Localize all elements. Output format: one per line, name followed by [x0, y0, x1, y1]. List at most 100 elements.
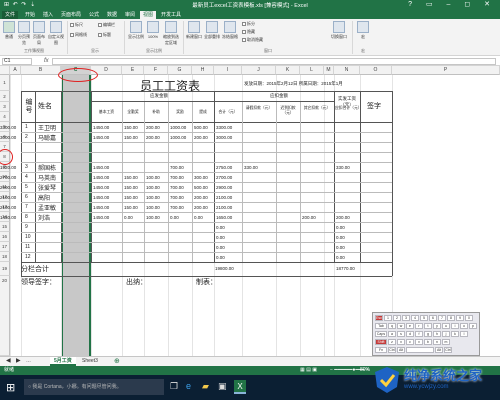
column-header-a[interactable]: A	[10, 66, 21, 75]
row-actual-cell[interactable]: 0.00	[336, 255, 345, 260]
employee-value-cell[interactable]: 100.00	[146, 215, 160, 220]
selected-column-c[interactable]	[61, 75, 91, 356]
row-header[interactable]: 15	[0, 222, 10, 232]
select-all-corner[interactable]	[0, 66, 10, 75]
row-total-cell[interactable]: 0.00	[216, 235, 225, 240]
footer-leader-sign[interactable]: 领导签字：	[21, 277, 56, 287]
keyboard-key[interactable]: Ctrl	[388, 347, 396, 353]
keyboard-key[interactable]: 1	[384, 315, 392, 321]
column-header-b[interactable]: B	[21, 66, 61, 75]
keyboard-key[interactable]: Shift	[375, 339, 387, 345]
keyboard-key[interactable]: u	[442, 323, 450, 329]
employee-value-cell[interactable]: 700.00	[170, 205, 184, 210]
employee-value-cell[interactable]: 330.00	[244, 165, 258, 170]
employee-name[interactable]: 王卫明	[38, 123, 56, 132]
file-explorer-icon[interactable]: ▰	[202, 381, 209, 392]
keyboard-key[interactable]: 4	[411, 315, 419, 321]
employee-value-cell[interactable]: 0.00	[194, 215, 203, 220]
keyboard-key[interactable]: Esc	[375, 315, 383, 321]
tab-view[interactable]: 视图	[140, 11, 157, 19]
keyboard-key[interactable]: m	[442, 339, 450, 345]
keyboard-key[interactable]: i	[451, 323, 459, 329]
sub-header-cell[interactable]: 奖励	[169, 110, 191, 115]
employee-value-cell[interactable]: 150.00	[124, 195, 138, 200]
subtotal-total[interactable]: 19800.00	[215, 266, 234, 271]
row-header[interactable]: 2	[0, 91, 10, 102]
keyboard-key[interactable]: n	[433, 339, 441, 345]
keyboard-key[interactable]: k	[451, 331, 459, 337]
switch-windows-button[interactable]: 切换窗口	[330, 21, 348, 40]
employee-value-cell[interactable]: 330.00	[336, 165, 350, 170]
employee-value-cell[interactable]: 200.00	[146, 125, 160, 130]
keyboard-key[interactable]: a	[388, 331, 396, 337]
on-screen-keyboard[interactable]: Esc 1 2 3 4 5 6 7 8 9 0 Tab q w e r t y u i o p Caps a s d f g h j k l S…	[372, 312, 480, 356]
employee-value-cell[interactable]: 700.00	[170, 185, 184, 190]
employee-value-cell[interactable]: 3300.00	[0, 125, 16, 130]
keyboard-key[interactable]: q	[388, 323, 396, 329]
employee-value-cell[interactable]: 2100.00	[0, 205, 16, 210]
header-payable-group[interactable]: 应发金额	[150, 93, 168, 99]
keyboard-key[interactable]: Alt	[435, 347, 443, 353]
employee-value-cell[interactable]: 150.00	[124, 125, 138, 130]
column-header-p[interactable]: P	[392, 66, 500, 75]
header-name[interactable]: 姓名	[38, 101, 52, 111]
freeze-panes-button[interactable]: 冻结窗格	[222, 21, 238, 40]
tab-review[interactable]: 审阅	[122, 11, 138, 19]
employee-value-cell[interactable]: 1000.00	[170, 125, 186, 130]
employee-value-cell[interactable]: 500.00	[194, 185, 208, 190]
employee-no[interactable]: 10	[25, 234, 31, 240]
employee-value-cell[interactable]: 1450.00	[93, 175, 109, 180]
cortana-search-box[interactable]: ○ 我是 Cortana，小娜。有问题尽管问我。	[24, 379, 164, 395]
employee-value-cell[interactable]: 200.00	[146, 135, 160, 140]
keyboard-key[interactable]: Fn	[375, 347, 387, 353]
row-header[interactable]: 1	[0, 75, 10, 91]
row-total-cell[interactable]: 0.00	[216, 225, 225, 230]
sheet-tab-sheet3[interactable]: Sheet3	[78, 357, 102, 366]
keyboard-key[interactable]: s	[397, 331, 405, 337]
keyboard-key[interactable]: 9	[456, 315, 464, 321]
zoom-100-button[interactable]: 100%	[146, 21, 160, 39]
tab-page-layout[interactable]: 页面布局	[58, 11, 84, 19]
sub-header-cell[interactable]: 全勤奖	[123, 110, 143, 115]
header-deduct-group[interactable]: 应扣金额	[270, 93, 288, 99]
zoom-level[interactable]: 80%	[360, 366, 370, 375]
sub-header-cell[interactable]: 迟到扣款（元）	[277, 106, 299, 116]
sub-header-cell[interactable]: 合计（元）	[215, 110, 241, 115]
employee-value-cell[interactable]: 0.00	[124, 215, 133, 220]
keyboard-key[interactable]: j	[442, 331, 450, 337]
sub-header-cell[interactable]: 请假扣款（元）	[243, 106, 275, 111]
subtotal-label[interactable]: 分栏合计	[21, 264, 49, 274]
keyboard-key[interactable]: 0	[465, 315, 473, 321]
employee-no[interactable]: 8	[25, 214, 28, 220]
employee-value-cell[interactable]: 200.00	[194, 135, 208, 140]
employee-value-cell[interactable]: 1650.00	[216, 215, 232, 220]
row-header[interactable]: 20	[0, 276, 10, 356]
header-no[interactable]: 编号	[24, 99, 34, 115]
arrange-all-button[interactable]: 全部重排	[204, 21, 220, 40]
employee-name[interactable]: 张爱琴	[38, 183, 56, 192]
employee-value-cell[interactable]: 0.00	[170, 215, 179, 220]
column-header-e[interactable]: E	[122, 66, 144, 75]
sheet-more-icon[interactable]: …	[22, 357, 35, 366]
keyboard-key[interactable]: p	[469, 323, 477, 329]
employee-value-cell[interactable]: 3000.00	[216, 135, 232, 140]
view-mode-icons[interactable]: ▦ ▤ ▣	[300, 366, 317, 375]
pay-date-label[interactable]: 发放日期：2015年2月12日 所属日期：2015年1月	[244, 81, 343, 87]
keyboard-key[interactable]: w	[397, 323, 405, 329]
sub-header-cell[interactable]: 基本工资	[92, 110, 121, 115]
row-total-cell[interactable]: 0.00	[216, 245, 225, 250]
employee-name[interactable]: 孟亚敏	[38, 203, 56, 212]
keyboard-key[interactable]: 3	[402, 315, 410, 321]
employee-value-cell[interactable]: 2100.00	[216, 195, 232, 200]
employee-value-cell[interactable]: 150.00	[124, 135, 138, 140]
employee-no[interactable]: 12	[25, 254, 31, 260]
employee-name[interactable]: 马聪嘉	[38, 133, 56, 142]
macros-button[interactable]: 宏	[356, 21, 370, 40]
employee-value-cell[interactable]: 2100.00	[0, 195, 16, 200]
employee-value-cell[interactable]: 1920.00	[0, 165, 16, 170]
keyboard-key[interactable]: c	[406, 339, 414, 345]
formula-input[interactable]	[52, 58, 496, 65]
employee-value-cell[interactable]: 200.00	[302, 215, 316, 220]
tab-file[interactable]: 文件	[2, 11, 19, 19]
employee-no[interactable]: 6	[25, 194, 28, 200]
